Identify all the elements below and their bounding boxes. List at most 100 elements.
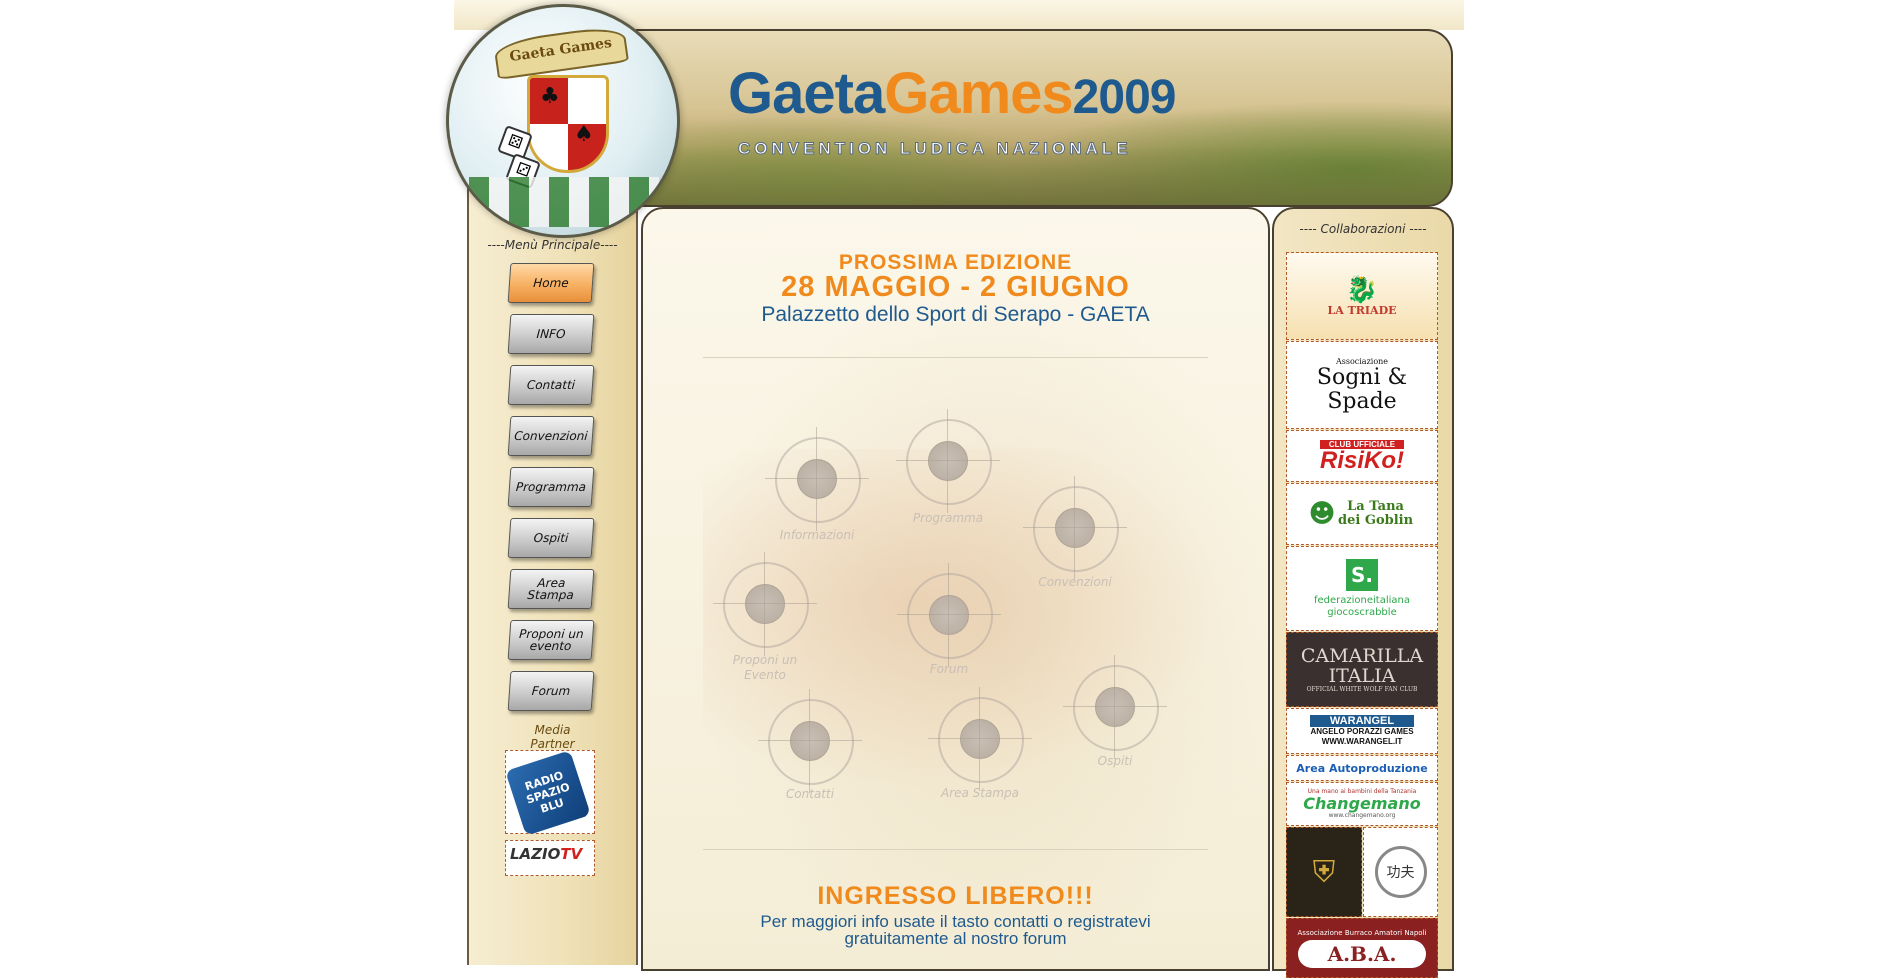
sponsor-la-triade[interactable]: 🐉 LA TRIADE — [1286, 252, 1438, 340]
site-logo[interactable]: Gaeta Games ♣ ♥ ♦ ♠ ⚄ ⚂ — [446, 4, 680, 238]
header-banner: GaetaGames2009 CONVENTION LUDICA NAZIONA… — [636, 29, 1453, 207]
club-suit-icon: ♣ — [540, 84, 560, 109]
target-programma[interactable] — [896, 409, 1000, 513]
crosshair-v — [948, 563, 949, 667]
sponsor-changemano[interactable]: Una mano ai bambini della Tanzania Chang… — [1286, 782, 1438, 826]
sponsor-area-autoproduzione[interactable]: Area Autoproduzione — [1286, 755, 1438, 781]
crosshair-h — [896, 460, 1000, 461]
target-center — [928, 441, 968, 481]
target-label-contatti: Contatti — [785, 787, 835, 801]
lazio-tv-logo: LAZIOTV — [510, 845, 582, 863]
la-triade-logo: 🐉 LA TRIADE — [1327, 276, 1396, 317]
sponsor-camarilla-italia[interactable]: CAMARILLA ITALIA OFFICIAL WHITE WOLF FAN… — [1286, 632, 1438, 707]
crosshair-h — [765, 478, 869, 479]
target-center — [1055, 508, 1095, 548]
dragon-icon: 🐉 — [1345, 274, 1379, 305]
crosshair-v — [1074, 476, 1075, 580]
warangel-url: WWW.WARANGEL.IT — [1321, 737, 1403, 746]
crosshair-h — [928, 738, 1032, 739]
logo-shield-icon: ♣ ♥ ♦ ♠ — [527, 75, 609, 173]
menu-button-area-stampa[interactable]: Area Stampa — [507, 569, 595, 609]
target-forum[interactable] — [897, 563, 1001, 667]
target-label-convenzioni: Convenzioni — [1038, 575, 1112, 589]
target-center — [929, 595, 969, 635]
target-label-programma: Programma — [912, 511, 984, 525]
menu-button-forum[interactable]: Forum — [507, 671, 595, 711]
target-label-proponi-evento: Proponi un Evento — [732, 653, 798, 682]
sogni-spade-text: Sogni & Spade — [1316, 364, 1408, 414]
menu-button-proponi-evento[interactable]: Proponi un evento — [507, 620, 595, 660]
info-line-2: gratuitamente al nostro forum — [844, 929, 1067, 948]
camarilla-small: OFFICIAL WHITE WOLF FAN CLUB — [1306, 686, 1418, 693]
chessboard-icon — [469, 177, 659, 227]
lazio-tv-logo-tv: TV — [560, 845, 583, 863]
sponsor-warangel[interactable]: WARANGEL ANGELO PORAZZI GAMES WWW.WARANG… — [1286, 708, 1438, 754]
crosshair-h — [897, 614, 1001, 615]
target-informazioni[interactable] — [765, 427, 869, 531]
crosshair-v — [1114, 655, 1115, 759]
menu-button-ospiti[interactable]: Ospiti — [507, 518, 595, 558]
fisgs-text: federazioneitaliana giocoscrabble — [1313, 594, 1411, 618]
target-center — [1095, 687, 1135, 727]
sponsor-tana-goblin[interactable]: ☻ La Tana dei Goblin — [1286, 483, 1438, 545]
target-center — [797, 459, 837, 499]
sponsor-kung-fu-shield[interactable]: ⛨ — [1286, 827, 1362, 917]
sponsor-aba[interactable]: Associazione Burraco Amatori Napoli A.B.… — [1286, 918, 1438, 978]
crosshair-v — [764, 552, 765, 656]
aba-text: A.B.A. — [1297, 939, 1427, 968]
crosshair-h — [1063, 706, 1167, 707]
diamond-suit-icon: ♦ — [542, 122, 562, 147]
warangel-logo: WARANGEL ANGELO PORAZZI GAMES WWW.WARANG… — [1310, 715, 1414, 747]
la-triade-text: LA TRIADE — [1327, 303, 1397, 317]
site-title-gaeta: Gaeta — [728, 61, 885, 126]
target-proponi-evento[interactable] — [713, 552, 817, 656]
aba-small: Associazione Burraco Amatori Napoli — [1297, 928, 1427, 937]
main-content: PROSSIMA EDIZIONE 28 MAGGIO - 2 GIUGNO P… — [641, 207, 1270, 971]
left-sidebar: ----Menù Principale---- Home INFO Contat… — [467, 185, 638, 965]
target-center — [745, 584, 785, 624]
target-center — [960, 719, 1000, 759]
target-contatti[interactable] — [758, 689, 862, 793]
target-ospiti[interactable] — [1063, 655, 1167, 759]
page: GaetaGames2009 CONVENTION LUDICA NAZIONA… — [0, 0, 1903, 978]
sponsor-kung-fu[interactable]: 功夫 — [1363, 827, 1438, 917]
lazio-tv-logo-text: LAZIO — [510, 845, 561, 863]
menu-button-convenzioni[interactable]: Convenzioni — [507, 416, 595, 456]
target-area-stampa[interactable] — [928, 687, 1032, 791]
risiko-logo: CLUB UFFICIALE RisiKo! — [1320, 439, 1404, 474]
free-entry-label: INGRESSO LIBERO!!! — [817, 882, 1094, 910]
separator-bottom — [703, 849, 1208, 850]
collaborations-heading: ---- Collaborazioni ---- — [1299, 222, 1427, 236]
tana-goblin-logo: ☻ La Tana dei Goblin — [1308, 499, 1415, 529]
media-partner-lazio-tv[interactable]: LAZIOTV — [505, 840, 595, 876]
target-center — [790, 721, 830, 761]
spade-suit-icon: ♠ — [574, 122, 594, 147]
menu-button-programma[interactable]: Programma — [507, 467, 595, 507]
target-label-ospiti: Ospiti — [1097, 754, 1133, 768]
goblin-icon: ☻ — [1308, 499, 1336, 529]
menu-button-contatti[interactable]: Contatti — [507, 365, 595, 405]
sponsor-fisgs[interactable]: S. federazioneitaliana giocoscrabble — [1286, 546, 1438, 631]
menu-button-home[interactable]: Home — [507, 263, 595, 303]
sponsor-sogni-spade[interactable]: Associazione Sogni & Spade — [1286, 341, 1438, 429]
site-title-games: Games — [884, 61, 1073, 126]
sogni-spade-logo: Associazione Sogni & Spade — [1307, 357, 1417, 414]
changemano-logo: Una mano ai bambini della Tanzania Chang… — [1303, 786, 1420, 822]
target-label-area-stampa: Area Stampa — [940, 786, 1020, 800]
fisgs-logo: S. federazioneitaliana giocoscrabble — [1307, 558, 1417, 619]
media-partner-heading-text: Media Partner — [530, 723, 575, 751]
target-label-informazioni: Informazioni — [779, 528, 855, 542]
target-convenzioni[interactable] — [1023, 476, 1127, 580]
warangel-text: WARANGEL — [1310, 715, 1414, 727]
sponsor-risiko[interactable]: CLUB UFFICIALE RisiKo! — [1286, 430, 1438, 482]
media-partner-radio-spazio-blu[interactable]: RADIO SPAZIO BLU — [505, 750, 595, 836]
scrabble-tile-icon: S. — [1346, 558, 1378, 591]
crosshair-v — [979, 687, 980, 791]
crosshair-v — [947, 409, 948, 513]
menu-button-info[interactable]: INFO — [507, 314, 595, 354]
changemano-text: Changemano — [1303, 794, 1421, 813]
risiko-text: RisiKo! — [1320, 446, 1404, 474]
target-label-forum: Forum — [929, 662, 969, 676]
kung-fu-emblem: 功夫 — [1374, 846, 1427, 898]
crosshair-v — [809, 689, 810, 793]
